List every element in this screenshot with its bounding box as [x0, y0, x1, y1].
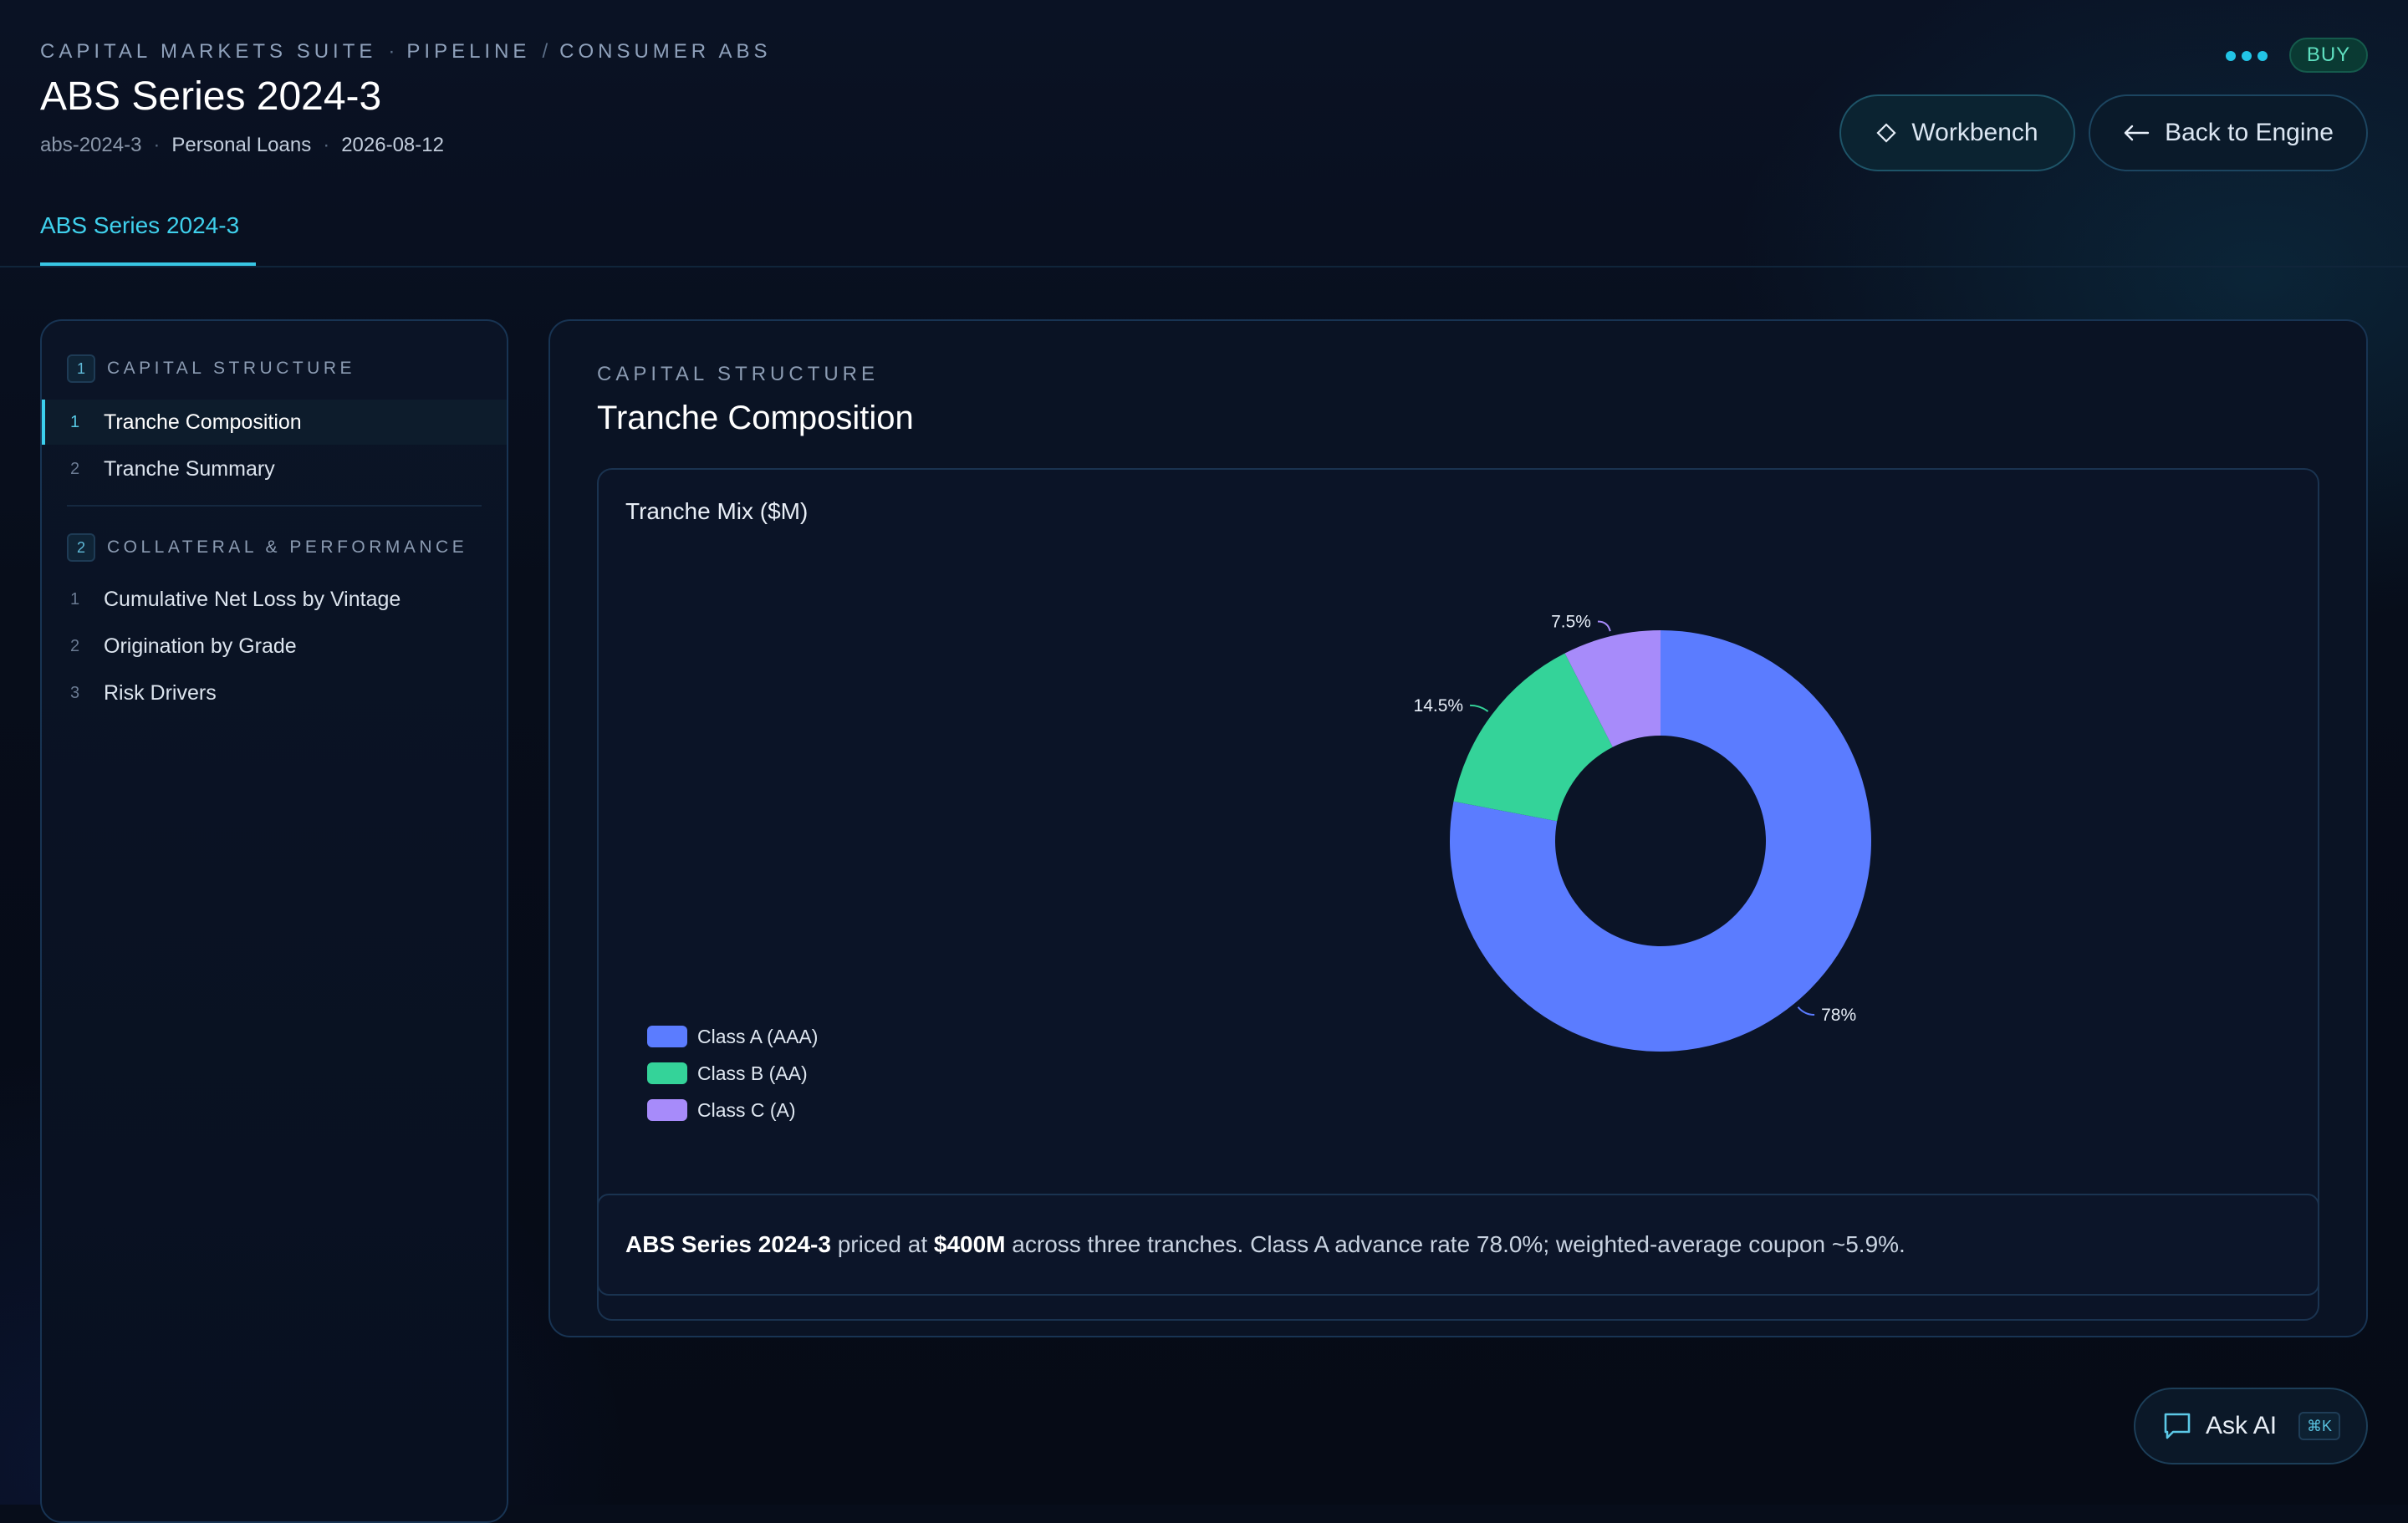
legend-item-class-c-a[interactable]: Class C (A) [647, 1092, 818, 1128]
section-label: COLLATERAL & PERFORMANCE [107, 537, 468, 557]
legend-swatch [647, 1026, 687, 1047]
breadcrumb: CAPITAL MARKETS SUITE · PIPELINE / CONSUMER … [40, 40, 771, 64]
breadcrumb-item-pipeline[interactable]: PIPELINE [406, 40, 530, 64]
status-badge: BUY [2289, 38, 2368, 73]
tab-abs-series[interactable]: ABS Series 2024-3 [40, 212, 239, 239]
item-number: 2 [70, 459, 80, 478]
sidebar-item-label: Tranche Composition [104, 410, 302, 434]
sidebar-item-label: Cumulative Net Loss by Vintage [104, 587, 401, 611]
meta-separator: · [323, 134, 330, 156]
item-number: 1 [70, 589, 80, 609]
item-number: 3 [70, 683, 80, 702]
deal-meta: abs-2024-3 · Personal Loans · 2026-08-12 [40, 134, 444, 157]
more-dots-icon[interactable] [2226, 48, 2276, 64]
slice-percent-label: 78% [1821, 1006, 1856, 1025]
legend-label: Class B (AA) [697, 1062, 808, 1084]
summary-card: ABS Series 2024-3 priced at $400M across… [597, 1194, 2319, 1296]
breadcrumb-item-suite[interactable]: CAPITAL MARKETS SUITE [40, 40, 376, 64]
summary-deal-name: ABS Series 2024-3 [625, 1231, 831, 1257]
asset-class: Personal Loans [171, 134, 312, 156]
section-divider [67, 505, 482, 507]
sidebar-item-tranche-composition[interactable]: 1 Tranche Composition [42, 400, 507, 445]
deal-id: abs-2024-3 [40, 134, 142, 156]
legend-label: Class C (A) [697, 1098, 796, 1121]
sidebar-item-cumulative-net-loss[interactable]: 1 Cumulative Net Loss by Vintage [42, 577, 507, 622]
section-number-badge: 2 [67, 533, 95, 562]
active-tab-indicator [40, 262, 256, 266]
slice-percent-label: 14.5% [1414, 696, 1464, 716]
chart-card: Tranche Mix ($M) 78% 14.5% 7.5% Class A (A… [597, 468, 2319, 1321]
slice-percent-label: 7.5% [1551, 612, 1591, 631]
summary-text: priced at [830, 1231, 934, 1257]
page-title: ABS Series 2024-3 [40, 74, 382, 119]
deal-date: 2026-08-12 [341, 134, 444, 156]
chart-legend: Class A (AAA) Class B (AA) Class C (A) [647, 1018, 818, 1128]
sidebar-section-collateral-performance: 2 COLLATERAL & PERFORMANCE [67, 533, 467, 562]
donut-chart: 78% 14.5% 7.5% [1414, 612, 1871, 1052]
sidebar-item-origination-by-grade[interactable]: 2 Origination by Grade [42, 624, 507, 669]
keyboard-shortcut: ⌘K [2298, 1412, 2341, 1440]
sidebar-item-label: Tranche Summary [104, 456, 275, 481]
ask-ai-button[interactable]: Ask AI ⌘K [2134, 1388, 2368, 1464]
sidebar-item-tranche-summary[interactable]: 2 Tranche Summary [42, 446, 507, 492]
breadcrumb-separator: · [388, 40, 395, 63]
item-number: 1 [70, 412, 80, 431]
legend-item-class-b-aa[interactable]: Class B (AA) [647, 1055, 818, 1092]
chat-bubble-icon [2164, 1413, 2191, 1439]
legend-item-class-a-aaa[interactable]: Class A (AAA) [647, 1018, 818, 1055]
workbench-button[interactable]: Workbench [1839, 94, 2075, 171]
breadcrumb-separator: / [542, 40, 548, 63]
legend-label: Class A (AAA) [697, 1025, 819, 1047]
legend-swatch [647, 1099, 687, 1121]
leader-line [1597, 620, 1611, 632]
sidebar-item-label: Origination by Grade [104, 634, 297, 658]
section-sidebar: 1 CAPITAL STRUCTURE 1 Tranche Compositio… [40, 319, 508, 1523]
section-label: CAPITAL STRUCTURE [107, 359, 356, 378]
sidebar-section-capital-structure: 1 CAPITAL STRUCTURE [67, 354, 355, 383]
back-label: Back to Engine [2165, 119, 2334, 146]
leader-line [1797, 1006, 1815, 1016]
legend-swatch [647, 1062, 687, 1084]
summary-text: across three tranches. Class A advance r… [1005, 1231, 1905, 1257]
section-number-badge: 1 [67, 354, 95, 383]
sidebar-item-label: Risk Drivers [104, 680, 217, 705]
ask-ai-label: Ask AI [2206, 1412, 2278, 1439]
diamond-icon [1876, 123, 1896, 143]
section-eyebrow: CAPITAL STRUCTURE [597, 363, 880, 385]
meta-separator: · [153, 134, 161, 156]
page-header: CAPITAL MARKETS SUITE · PIPELINE / CONSUMER … [0, 0, 2408, 267]
breadcrumb-item-consumer-abs[interactable]: CONSUMER ABS [559, 40, 771, 64]
arrow-left-icon [2124, 125, 2150, 141]
sidebar-item-risk-drivers[interactable]: 3 Risk Drivers [42, 670, 507, 716]
item-number: 2 [70, 636, 80, 655]
workbench-label: Workbench [1911, 119, 2038, 146]
main-panel: CAPITAL STRUCTURE Tranche Composition Tr… [548, 319, 2368, 1337]
summary-amount: $400M [933, 1231, 1006, 1257]
back-to-engine-button[interactable]: Back to Engine [2089, 94, 2368, 171]
section-title: Tranche Composition [597, 400, 914, 436]
leader-line [1470, 704, 1489, 712]
